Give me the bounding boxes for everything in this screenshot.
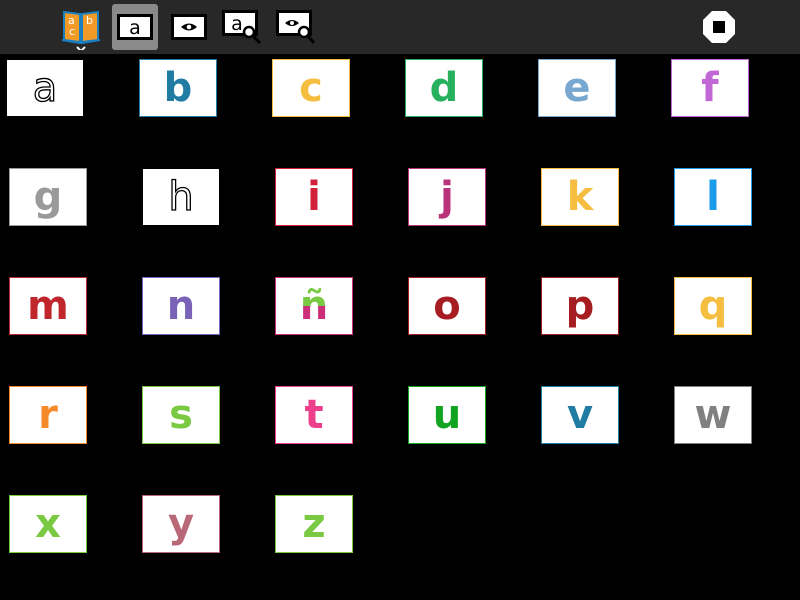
letter-label: ñ [299,283,329,329]
letter-label: f [701,65,719,111]
eye-icon [171,14,207,40]
letter-card-u[interactable]: u [408,386,486,444]
letter-tool-button[interactable]: a [112,4,158,50]
letter-label: c [299,65,323,111]
letter-card-r[interactable]: r [9,386,87,444]
letter-search-button[interactable]: a [220,4,266,50]
letter-card-g[interactable]: g [9,168,87,226]
activity-button[interactable]: a b c [58,4,104,50]
letter-card-x[interactable]: x [9,495,87,553]
letter-card-s[interactable]: s [142,386,220,444]
letter-a-icon: a [117,14,153,40]
letter-card-d[interactable]: d [405,59,483,117]
stop-button[interactable] [696,4,742,50]
letter-label: o [433,283,461,329]
letter-card-w[interactable]: w [674,386,752,444]
eye-tool-button[interactable] [166,4,212,50]
eye-search-icon [276,10,316,44]
letter-card-z[interactable]: z [275,495,353,553]
letter-label: s [169,392,193,438]
letter-card-t[interactable]: t [275,386,353,444]
letter-card-q[interactable]: q [674,277,752,335]
letter-label: a [32,65,58,111]
letter-card-o[interactable]: o [408,277,486,335]
letter-label: g [33,174,63,220]
activity-abc-book-icon: a b c [61,10,101,50]
letter-card-m[interactable]: m [9,277,87,335]
letter-label: l [706,174,720,220]
letter-label: n [166,283,196,329]
letter-label: b [163,65,193,111]
letter-card-k[interactable]: k [541,168,619,226]
letter-card-v[interactable]: v [541,386,619,444]
letter-label: h [168,174,195,220]
letter-card-ñ[interactable]: ñ [275,277,353,335]
letter-label: q [698,283,728,329]
letter-label: y [167,501,195,547]
letter-label: j [440,174,454,220]
letter-card-f[interactable]: f [671,59,749,117]
letter-label: m [27,283,69,329]
letter-label: u [432,392,462,438]
letter-card-b[interactable]: b [139,59,217,117]
letter-label: d [429,65,459,111]
svg-text:b: b [86,14,93,27]
letter-label: x [35,501,61,547]
eye-search-button[interactable] [274,4,320,50]
letter-label: i [307,174,321,220]
letter-card-y[interactable]: y [142,495,220,553]
letter-label: p [565,283,595,329]
letter-search-icon: a [222,10,262,44]
letter-card-i[interactable]: i [275,168,353,226]
letter-label: w [694,392,732,438]
svg-text:a: a [231,13,243,35]
letter-label: z [302,501,326,547]
svg-text:c: c [69,25,75,38]
letter-label: v [566,392,594,438]
letter-card-h[interactable]: h [142,168,220,226]
letter-card-n[interactable]: n [142,277,220,335]
letter-label: e [563,65,591,111]
letter-card-a[interactable]: a [6,59,84,117]
letter-label: r [38,392,58,438]
svg-text:a: a [129,17,141,39]
letter-label: t [304,392,324,438]
stop-icon [703,11,735,43]
letter-label: k [566,174,594,220]
toolbar: a b c a a [0,0,800,54]
letter-card-l[interactable]: l [674,168,752,226]
letter-card-c[interactable]: c [272,59,350,117]
letter-card-e[interactable]: e [538,59,616,117]
letter-card-p[interactable]: p [541,277,619,335]
letter-card-j[interactable]: j [408,168,486,226]
